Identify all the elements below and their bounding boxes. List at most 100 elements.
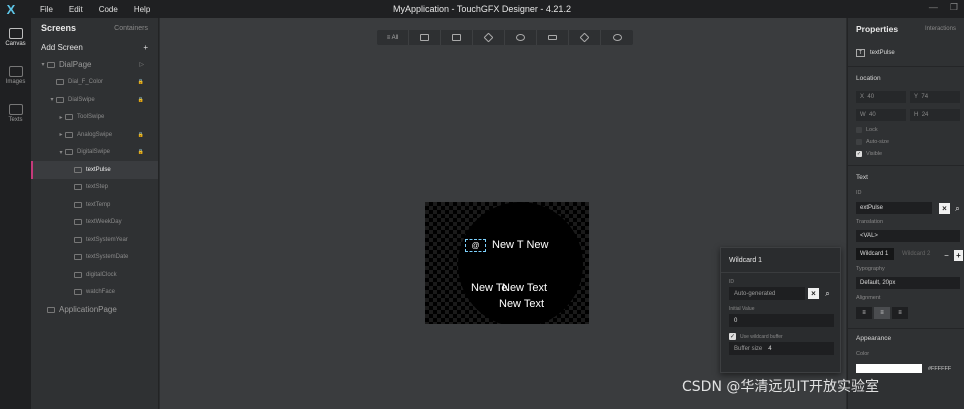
container-icon[interactable] — [473, 30, 505, 45]
canvas-icon — [8, 27, 23, 39]
widget-type-icon — [47, 61, 55, 68]
mode-canvas-label: Canvas — [5, 40, 26, 47]
clear-id-icon[interactable]: × — [939, 203, 950, 214]
translation-label: Translation — [856, 219, 884, 225]
tab-wildcard-2[interactable]: Wildcard 2 — [898, 248, 936, 260]
color-hex[interactable]: #FFFFFF — [928, 366, 951, 372]
y-field[interactable]: Y 74 — [910, 91, 960, 103]
widget-type-icon — [56, 79, 64, 86]
chevron-icon[interactable]: ▸ — [57, 131, 65, 138]
tree-item[interactable]: digitalClock — [31, 266, 158, 284]
chevron-icon[interactable]: ▾ — [39, 61, 47, 68]
menu-code[interactable]: Code — [91, 5, 126, 14]
widget-name-field[interactable]: T textPulse — [856, 46, 956, 59]
tab-screens[interactable]: Screens — [41, 23, 76, 33]
tab-interactions[interactable]: Interactions — [925, 26, 956, 32]
widget-type-icon — [74, 289, 82, 296]
canvas-text-1[interactable]: New T New — [492, 239, 548, 251]
lock-icon[interactable]: 🔒 — [138, 79, 144, 85]
chevron-icon[interactable]: ▾ — [48, 96, 56, 103]
add-screen-button[interactable]: Add Screen + — [31, 38, 158, 56]
shapes-icon[interactable] — [505, 30, 537, 45]
location-section: Location — [856, 75, 881, 82]
use-buffer-checkbox[interactable]: ✓ — [729, 333, 736, 340]
tree-item-label: DialPage — [59, 60, 92, 70]
tree-item[interactable]: textStep — [31, 179, 158, 197]
align-right-icon[interactable]: ≡ — [892, 307, 908, 319]
mode-canvas[interactable]: Canvas — [0, 18, 31, 56]
color-label: Color — [856, 351, 870, 357]
minus-icon[interactable]: − — [941, 250, 952, 261]
chevron-icon[interactable]: ▾ — [57, 149, 65, 156]
color-swatch[interactable] — [856, 364, 922, 373]
search-icon[interactable]: ⌕ — [822, 288, 833, 299]
image-icon[interactable] — [441, 30, 473, 45]
lock-icon[interactable]: 🔒 — [138, 149, 144, 155]
canvas-text-3[interactable]: New Text — [502, 282, 547, 294]
align-left-icon[interactable]: ≡ — [856, 307, 872, 319]
layers-icon[interactable] — [601, 30, 633, 45]
visible-checkbox[interactable]: ✓ Visible — [856, 151, 882, 157]
buffer-size-field[interactable]: Buffer size 4 — [729, 342, 834, 355]
tree-item-label: textSystemYear — [86, 236, 128, 243]
button-icon[interactable] — [537, 30, 569, 45]
tree-item[interactable]: ▾ DialSwipe 🔒 — [31, 91, 158, 109]
lock-checkbox[interactable]: Lock — [856, 127, 878, 133]
display-icon[interactable] — [409, 30, 441, 45]
maximize-icon[interactable]: ❐ — [950, 2, 958, 13]
tree-item[interactable]: textSystemYear — [31, 231, 158, 249]
search-id-icon[interactable]: ⌕ — [952, 203, 963, 214]
tree-item[interactable]: Dial_F_Color 🔒 — [31, 74, 158, 92]
menu-help[interactable]: Help — [126, 5, 158, 14]
w-field[interactable]: W 40 — [856, 109, 906, 121]
widget-type-icon — [74, 271, 82, 278]
text-pulse-widget[interactable]: @ — [465, 239, 486, 252]
images-icon — [8, 65, 23, 77]
tab-containers[interactable]: Containers — [114, 25, 148, 32]
tree-item-label: textStep — [86, 184, 109, 191]
text-id-input[interactable]: extPulse — [856, 202, 932, 214]
auto-size-checkbox[interactable]: Auto-size — [856, 139, 889, 145]
tree-item[interactable]: ApplicationPage — [31, 301, 158, 319]
properties-title: Properties — [856, 24, 899, 34]
mode-images[interactable]: Images — [0, 56, 31, 94]
tree-item[interactable]: textWeekDay — [31, 214, 158, 232]
lock-icon[interactable]: 🔒 — [138, 97, 144, 103]
title-bar: X File Edit Code Help MyApplication - To… — [0, 0, 964, 18]
x-field[interactable]: X 40 — [856, 91, 906, 103]
wildcard-id-input[interactable]: Auto-generated — [729, 287, 805, 300]
minimize-icon[interactable]: — — [929, 2, 938, 13]
cube-icon[interactable] — [569, 30, 601, 45]
tree-item[interactable]: ▸ ToolSwipe — [31, 109, 158, 127]
menu-edit[interactable]: Edit — [61, 5, 91, 14]
plus-wildcard-icon[interactable]: + — [954, 250, 963, 261]
tab-wildcard-1[interactable]: Wildcard 1 — [856, 248, 894, 260]
translation-input[interactable]: <VAL> — [856, 230, 960, 242]
tree-item-label: textSystemDate — [86, 254, 129, 261]
chevron-icon[interactable]: ▸ — [57, 114, 65, 121]
widget-type-icon — [74, 166, 82, 173]
canvas-text-4[interactable]: New Text — [499, 298, 544, 310]
align-center-icon[interactable]: ≡ — [874, 307, 890, 319]
tree-item[interactable]: ▸ AnalogSwipe 🔒 — [31, 126, 158, 144]
watermark: CSDN @华清远见IT开放实验室 — [682, 379, 880, 395]
tree-item[interactable]: textPulse — [31, 161, 158, 179]
clear-icon[interactable]: × — [808, 288, 819, 299]
device-screen[interactable]: @ New T New New Te New Text New Text — [425, 202, 589, 324]
tree-item[interactable]: ▾ DigitalSwipe 🔒 — [31, 144, 158, 162]
play-icon[interactable]: ▷ — [139, 61, 144, 68]
mode-images-label: Images — [5, 78, 26, 85]
filter-all-button[interactable]: ≡ All — [377, 30, 409, 45]
tree-item[interactable]: textTemp — [31, 196, 158, 214]
mode-texts[interactable]: Texts — [0, 94, 31, 132]
buffer-size-value: 4 — [768, 345, 772, 352]
tree-item[interactable]: ▾ DialPage ▷ — [31, 56, 158, 74]
h-field[interactable]: H 24 — [910, 109, 960, 121]
tree-item[interactable]: textSystemDate — [31, 249, 158, 267]
typography-select[interactable]: Default, 20px — [856, 277, 960, 289]
initial-value-input[interactable]: 0 — [729, 314, 834, 327]
menu-file[interactable]: File — [32, 5, 61, 14]
tree-item-label: digitalClock — [86, 271, 117, 278]
lock-icon[interactable]: 🔒 — [138, 132, 144, 138]
tree-item[interactable]: watchFace — [31, 284, 158, 302]
